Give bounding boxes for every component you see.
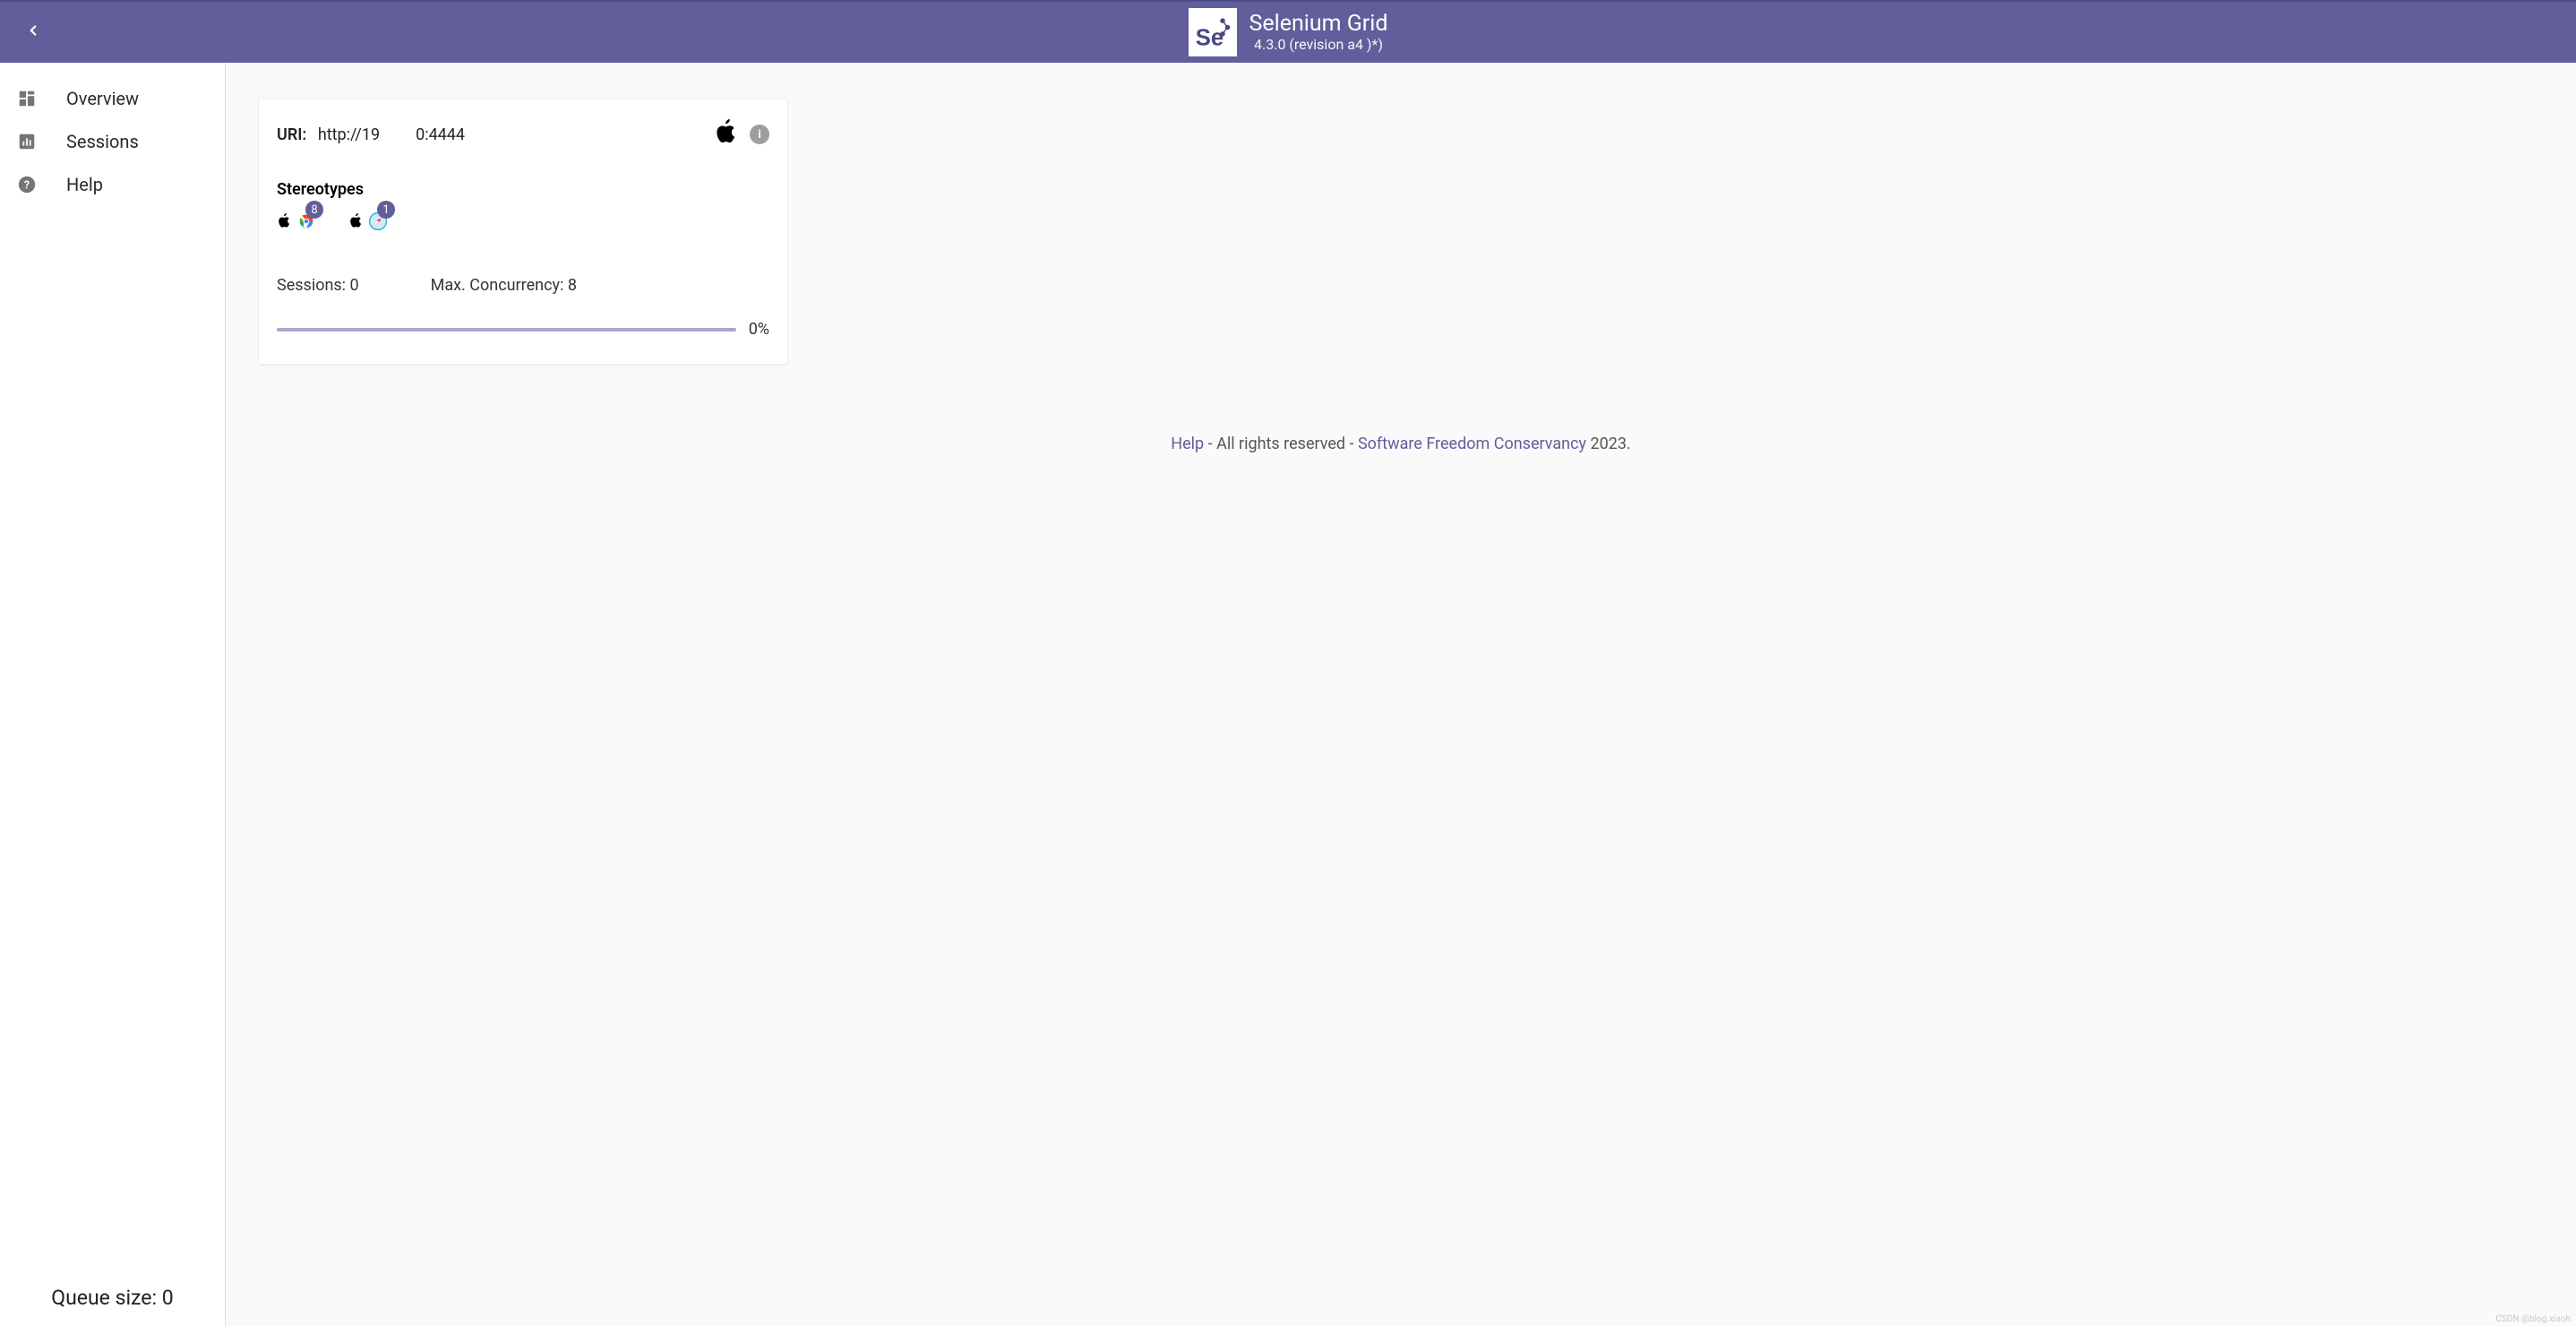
- apple-icon: [348, 213, 363, 233]
- apple-icon: [277, 213, 291, 233]
- chevron-left-icon: [25, 22, 41, 39]
- selenium-logo: Se: [1189, 8, 1237, 56]
- sidebar-item-help[interactable]: ? Help: [0, 163, 225, 206]
- node-uri: URI: http://190:4444: [277, 125, 465, 144]
- sidebar-item-label: Help: [66, 174, 103, 195]
- stereotype-chrome: 8: [277, 211, 316, 235]
- concurrency-stat: Max. Concurrency: 8: [431, 276, 577, 295]
- sessions-stat: Sessions: 0: [277, 276, 359, 295]
- node-card: URI: http://190:4444 i Stereotypes: [258, 99, 788, 365]
- footer-sfc-link[interactable]: Software Freedom Conservancy: [1358, 435, 1586, 453]
- app-header: Se Selenium Grid 4.3.0 (revision a4 )*): [0, 0, 2576, 63]
- assessment-icon: [16, 131, 38, 152]
- progress-bar: [277, 328, 736, 332]
- page-title: Selenium Grid: [1249, 12, 1388, 37]
- info-button[interactable]: i: [750, 125, 769, 144]
- selenium-logo-icon: Se: [1193, 13, 1232, 52]
- version-text: 4.3.0 (revision a4 )*): [1249, 36, 1388, 53]
- stereotypes-row: 8 1: [277, 211, 769, 235]
- help-icon: ?: [16, 174, 38, 195]
- sidebar-item-sessions[interactable]: Sessions: [0, 120, 225, 163]
- count-badge: 1: [377, 201, 395, 219]
- count-badge: 8: [305, 201, 323, 219]
- sidebar-item-overview[interactable]: Overview: [0, 77, 225, 120]
- usage-progress: 0%: [277, 320, 769, 339]
- stereotype-safari: 1: [348, 211, 388, 235]
- apple-icon: [714, 119, 737, 150]
- main-content: URI: http://190:4444 i Stereotypes: [226, 63, 2576, 1326]
- queue-size: Queue size: 0: [0, 1270, 225, 1326]
- watermark: CSDN @blog.xiaoh: [2495, 1314, 2571, 1324]
- dashboard-icon: [16, 88, 38, 109]
- footer: Help - All rights reserved - Software Fr…: [258, 435, 2544, 453]
- svg-text:?: ?: [24, 179, 30, 193]
- progress-pct: 0%: [749, 320, 769, 339]
- footer-help-link[interactable]: Help: [1171, 435, 1204, 453]
- sidebar-item-label: Sessions: [66, 131, 139, 152]
- sidebar-item-label: Overview: [66, 88, 139, 109]
- svg-text:Se: Se: [1195, 26, 1223, 51]
- stereotypes-heading: Stereotypes: [277, 180, 769, 199]
- back-button[interactable]: [25, 22, 41, 42]
- header-center: Se Selenium Grid 4.3.0 (revision a4 )*): [1189, 8, 1388, 56]
- sidebar: Overview Sessions ? Help Queue size: 0: [0, 63, 226, 1326]
